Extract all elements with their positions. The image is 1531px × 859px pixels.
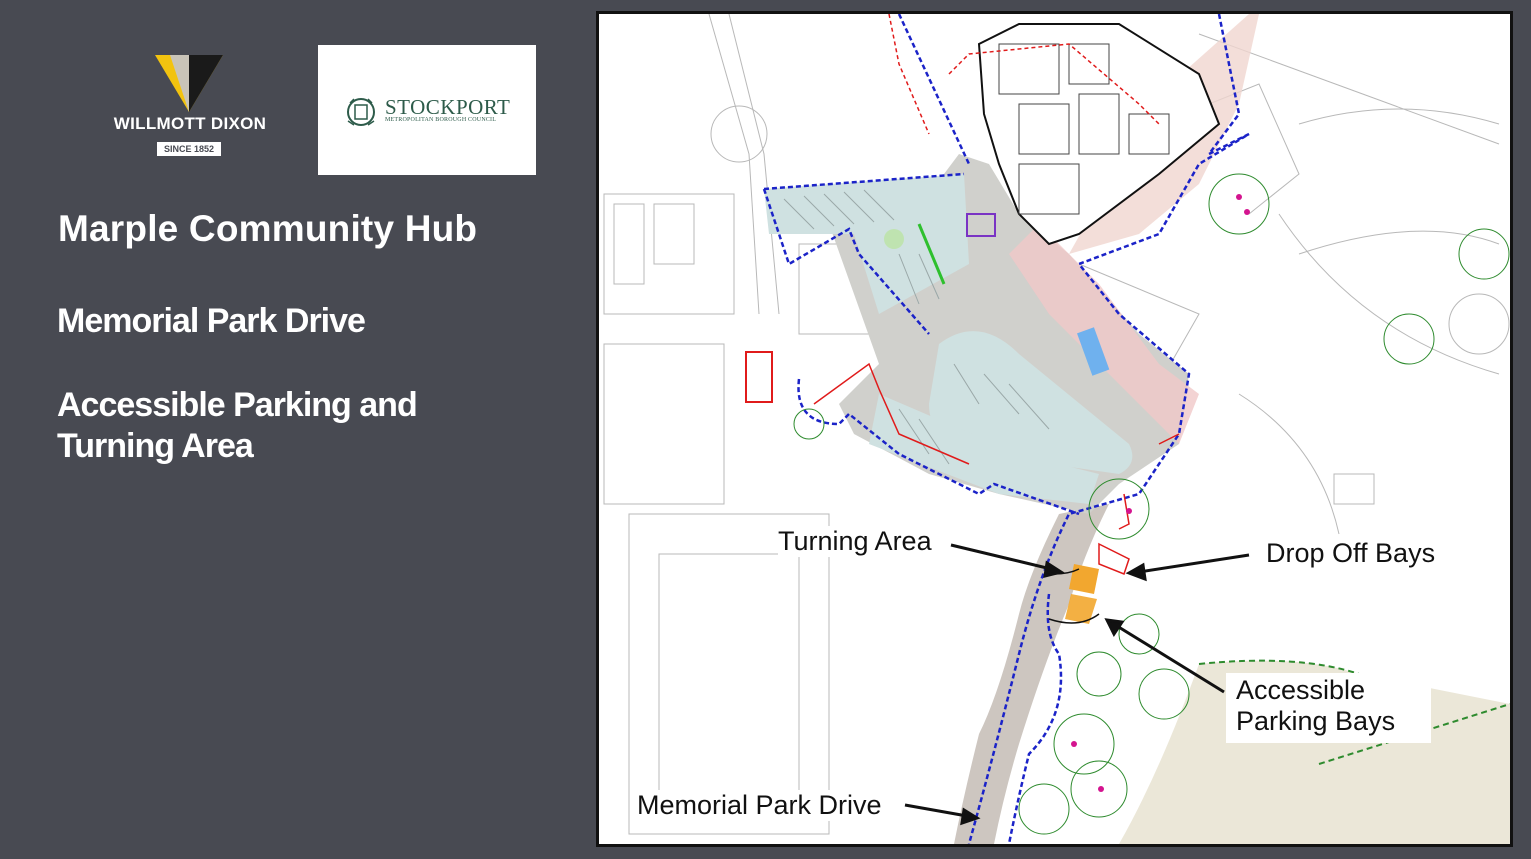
willmott-dixon-emblem-icon [155, 55, 223, 112]
callout-drop-off-bays: Drop Off Bays [1266, 538, 1436, 569]
callout-accessible-parking-bays: Accessible Parking Bays [1226, 673, 1431, 743]
stockport-subtitle: METROPOLITAN BOROUGH COUNCIL [385, 117, 497, 123]
callout-memorial-park-drive: Memorial Park Drive [637, 790, 882, 821]
subtitle-accessible-parking: Accessible Parking and Turning Area [57, 386, 418, 465]
site-plan-map: Turning Area Drop Off Bays Accessible Pa… [596, 11, 1513, 847]
willmott-dixon-logo: WILLMOTT DIXON SINCE 1852 [100, 52, 280, 162]
stockport-council-logo: STOCKPORT METROPOLITAN BOROUGH COUNCIL [318, 45, 536, 175]
willmott-dixon-since: SINCE 1852 [157, 142, 221, 156]
subtitle-memorial-park-drive: Memorial Park Drive [57, 302, 366, 340]
willmott-dixon-name: WILLMOTT DIXON [113, 114, 267, 133]
callout-turning-area: Turning Area [778, 526, 932, 557]
page-title: Marple Community Hub [58, 208, 478, 249]
stockport-crest-icon [347, 98, 375, 126]
